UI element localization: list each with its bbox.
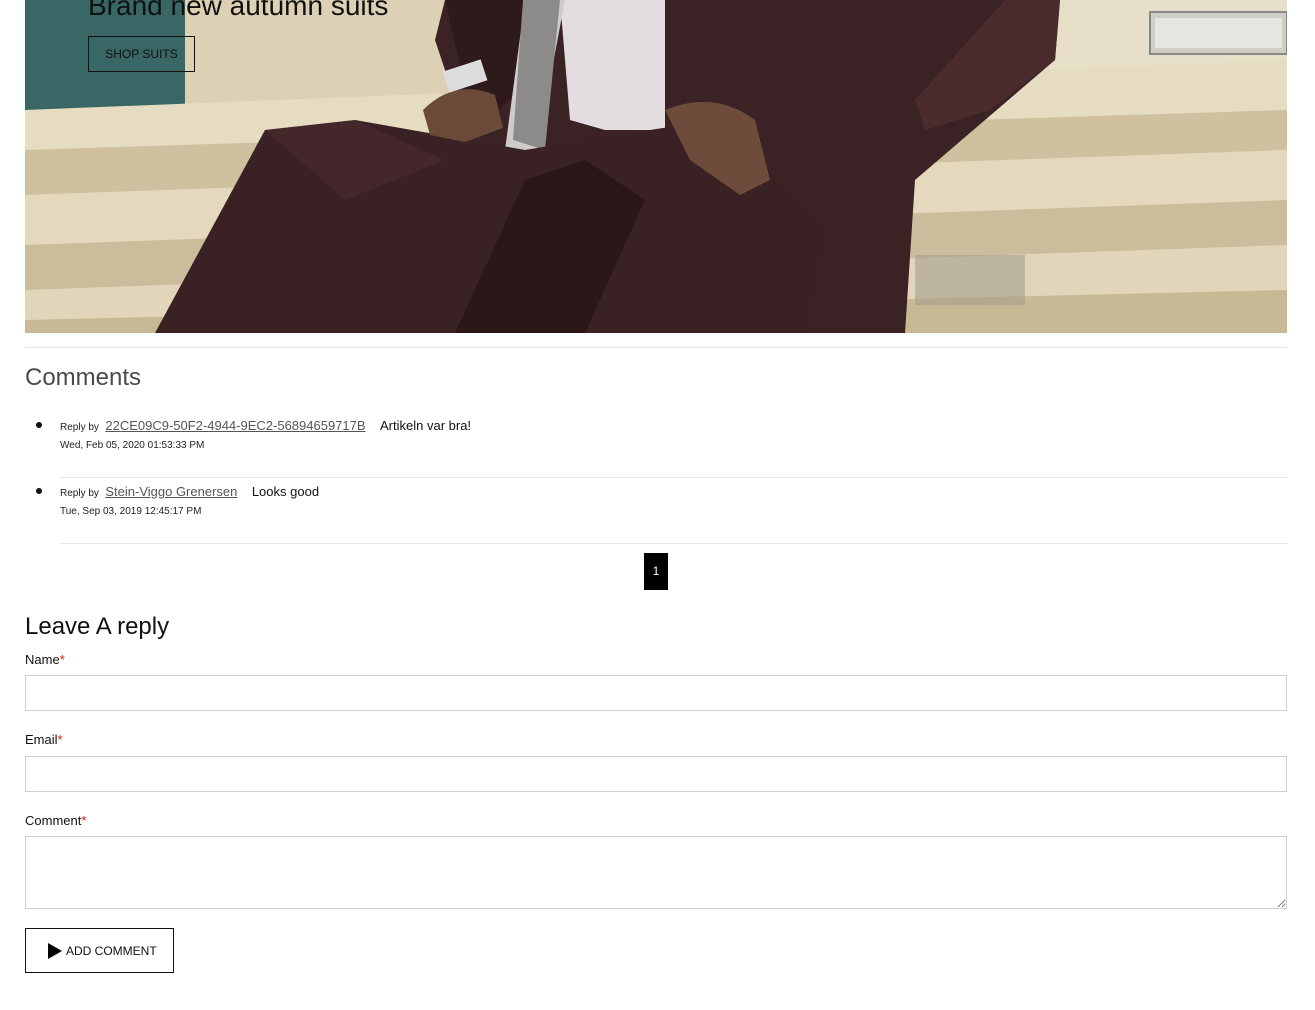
- hero-image: [25, 0, 1287, 333]
- comment-item: Reply by 22CE09C9-50F2-4944-9EC2-5689465…: [36, 412, 1287, 478]
- comment-textarea[interactable]: [25, 836, 1287, 909]
- required-marker: *: [81, 813, 87, 828]
- bullet-icon: [36, 422, 42, 428]
- add-comment-label: ADD COMMENT: [66, 944, 157, 958]
- add-comment-button[interactable]: ADD COMMENT: [25, 928, 174, 973]
- comments-heading: Comments: [25, 364, 142, 391]
- comment-text: Artikeln var bra!: [380, 418, 472, 433]
- comment-label: Comment*: [25, 813, 86, 829]
- required-marker: *: [59, 652, 65, 667]
- name-field[interactable]: [25, 675, 1287, 711]
- comment-label-text: Comment: [25, 813, 82, 828]
- required-marker: *: [57, 732, 63, 747]
- email-label-text: Email: [25, 732, 58, 747]
- comment-author-link[interactable]: Stein-Viggo Grenersen: [105, 484, 237, 499]
- bullet-icon: [36, 488, 42, 494]
- hero-banner: Brand new autumn suits SHOP SUITS: [25, 0, 1287, 333]
- play-icon: [48, 943, 62, 959]
- hero-title: Brand new autumn suits: [88, 0, 389, 21]
- name-label: Name*: [25, 652, 65, 668]
- leave-reply-heading: Leave A reply: [25, 613, 170, 640]
- comment-date: Tue, Sep 03, 2019 12:45:17 PM: [60, 506, 202, 517]
- pagination-page-button[interactable]: 1: [644, 553, 668, 590]
- reply-by-label: Reply by: [60, 422, 99, 433]
- comment-item: Reply by Stein-Viggo Grenersen Looks goo…: [36, 478, 1287, 544]
- comment-text: Looks good: [251, 484, 320, 499]
- page: Brand new autumn suits SHOP SUITS Commen…: [0, 0, 1315, 1010]
- email-field[interactable]: [25, 756, 1287, 792]
- email-label: Email*: [25, 732, 63, 748]
- shop-suits-button[interactable]: SHOP SUITS: [88, 36, 195, 72]
- name-label-text: Name: [25, 652, 60, 667]
- section-divider: [25, 347, 1287, 348]
- comment-date: Wed, Feb 05, 2020 01:53:33 PM: [60, 440, 205, 451]
- comment-author-link[interactable]: 22CE09C9-50F2-4944-9EC2-56894659717B: [105, 418, 365, 433]
- reply-by-label: Reply by: [60, 488, 99, 499]
